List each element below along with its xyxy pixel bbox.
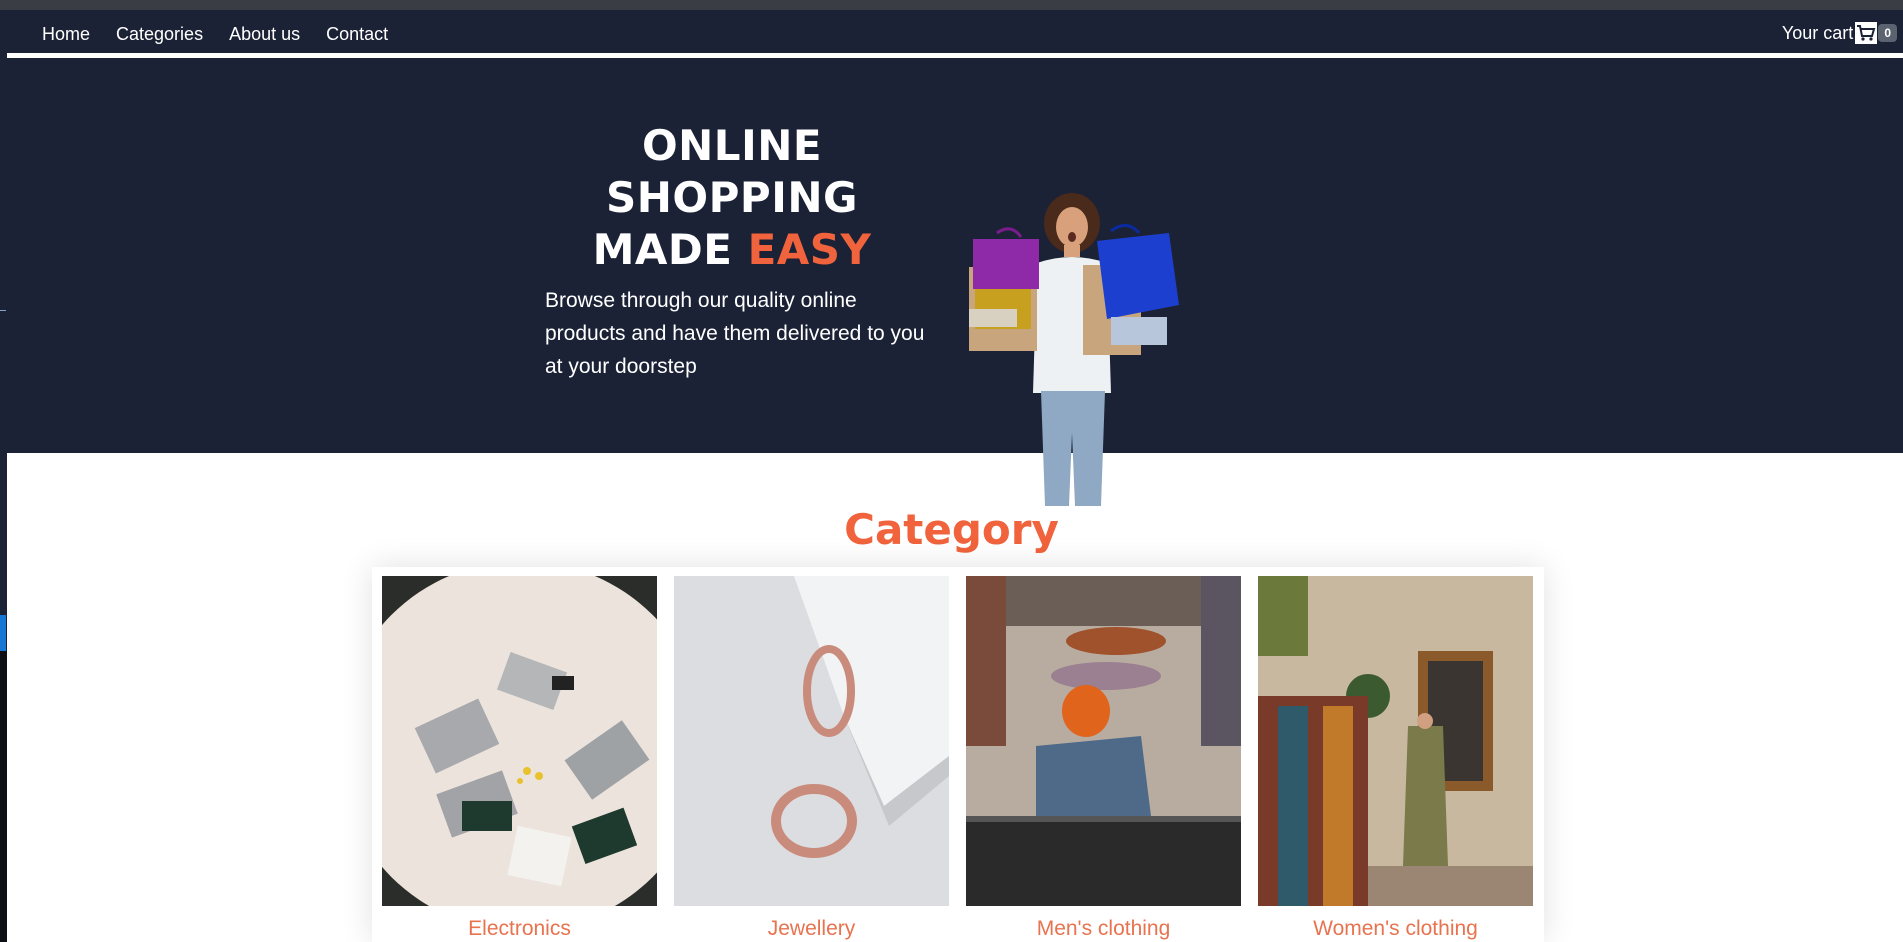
category-label-womens[interactable]: Women's clothing — [1258, 917, 1533, 941]
category-card-electronics[interactable]: Electronics — [337, 561, 707, 941]
hero-title-line3: MADE EASY — [552, 224, 912, 276]
category-card-womens[interactable]: Women's clothing — [1258, 576, 1533, 941]
navbar: Home Categories About us Contact Your ca… — [7, 10, 1903, 58]
hero-banner: ONLINE SHOPPING MADE EASY Browse through… — [7, 58, 1903, 506]
nav-contact-link[interactable]: Contact — [326, 24, 388, 45]
cart-icon — [1855, 22, 1878, 44]
mens-clothing-image — [966, 576, 1241, 906]
category-card-mens[interactable]: Men's clothing — [966, 576, 1241, 941]
nav-links: Home Categories About us Contact — [42, 24, 388, 45]
browser-top-strip — [0, 0, 1903, 10]
page: Home Categories About us Contact Your ca… — [0, 0, 1903, 942]
category-heading: Category — [844, 505, 1059, 554]
category-cards: Electronics Jewellery Men's clothing Wom… — [337, 561, 1544, 942]
hero-title-made: MADE — [592, 225, 733, 274]
jewellery-image — [674, 576, 949, 906]
cart-count-badge: 0 — [1878, 24, 1897, 42]
nav-about-link[interactable]: About us — [229, 24, 300, 45]
cart-label: Your cart — [1781, 22, 1854, 43]
cart-button[interactable]: Your cart 0 — [1782, 22, 1897, 44]
nav-home-link[interactable]: Home — [42, 24, 90, 45]
hero-subtitle: Browse through our quality online produc… — [545, 289, 925, 378]
hero-title-easy: EASY — [747, 225, 872, 274]
shopping-woman-image — [969, 193, 1179, 506]
hero-title-line1: ONLINE — [641, 121, 823, 170]
category-label-mens[interactable]: Men's clothing — [966, 917, 1241, 941]
womens-clothing-image — [1258, 576, 1533, 906]
electronics-image — [337, 561, 707, 931]
category-label-electronics[interactable]: Electronics — [382, 917, 657, 941]
left-edge-strip — [0, 10, 7, 942]
hero-title-line2: SHOPPING — [606, 173, 858, 222]
category-label-jewellery[interactable]: Jewellery — [674, 917, 949, 941]
hero-title: ONLINE SHOPPING MADE EASY — [552, 120, 912, 276]
nav-categories-link[interactable]: Categories — [116, 24, 203, 45]
category-card-jewellery[interactable]: Jewellery — [674, 576, 949, 941]
